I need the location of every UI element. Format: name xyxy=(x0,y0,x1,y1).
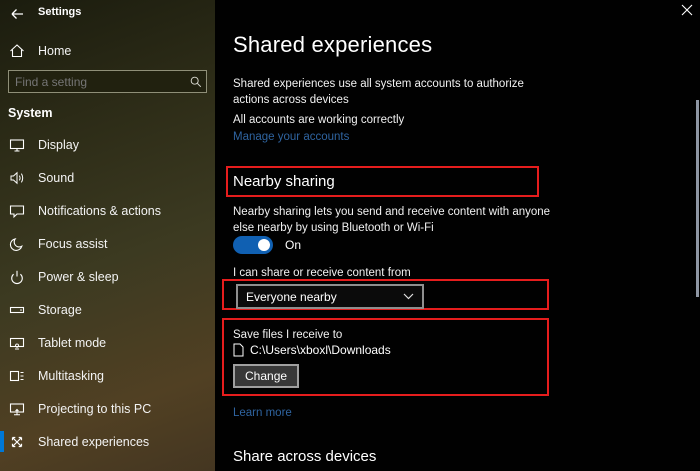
sidebar-item-multitasking[interactable]: Multitasking xyxy=(0,361,215,391)
projecting-icon xyxy=(9,401,25,417)
search-input[interactable] xyxy=(9,71,186,92)
close-icon xyxy=(681,4,693,16)
multitasking-icon xyxy=(9,368,25,384)
search-box xyxy=(8,70,207,93)
settings-window: Settings Home System xyxy=(0,0,700,471)
chevron-down-icon xyxy=(403,293,414,300)
tablet-mode-icon xyxy=(9,335,25,351)
sidebar-item-power-sleep[interactable]: Power & sleep xyxy=(0,262,215,292)
back-arrow-icon xyxy=(9,6,25,22)
shared-experiences-icon xyxy=(9,434,25,450)
titlebar: Settings xyxy=(0,0,215,28)
selected-accent-bar xyxy=(0,431,4,452)
back-button[interactable] xyxy=(8,5,26,23)
accounts-status-text: All accounts are working correctly xyxy=(233,112,563,128)
share-from-label: I can share or receive content from xyxy=(233,265,563,281)
close-button[interactable] xyxy=(677,2,697,18)
main-panel: Shared experiences Shared experiences us… xyxy=(215,0,700,471)
learn-more-link[interactable]: Learn more xyxy=(233,407,292,419)
save-path-value: C:\Users\xboxl\Downloads xyxy=(250,343,391,357)
sidebar-section-system: System xyxy=(8,106,52,120)
sidebar-item-label: Home xyxy=(38,44,71,58)
save-files-label: Save files I receive to xyxy=(233,327,563,343)
change-button[interactable]: Change xyxy=(233,364,299,388)
sound-icon xyxy=(9,170,25,186)
nearby-sharing-description: Nearby sharing lets you send and receive… xyxy=(233,204,569,236)
nearby-sharing-heading: Nearby sharing xyxy=(233,173,335,190)
focus-assist-icon xyxy=(9,236,25,252)
toggle-knob xyxy=(258,239,270,251)
sidebar-item-sound[interactable]: Sound xyxy=(0,163,215,193)
save-path-row: C:\Users\xboxl\Downloads xyxy=(233,343,391,357)
notifications-icon xyxy=(9,203,25,219)
display-icon xyxy=(9,137,25,153)
scrollbar-thumb[interactable] xyxy=(696,100,699,297)
storage-icon xyxy=(9,302,25,318)
sidebar: Settings Home System xyxy=(0,0,215,471)
search-icon[interactable] xyxy=(186,74,206,90)
sidebar-item-shared-experiences[interactable]: Shared experiences xyxy=(0,427,215,457)
page-title: Shared experiences xyxy=(233,32,432,58)
manage-accounts-link[interactable]: Manage your accounts xyxy=(233,131,349,143)
sidebar-item-home[interactable]: Home xyxy=(0,36,215,66)
dropdown-value: Everyone nearby xyxy=(246,290,337,304)
toggle-state-label: On xyxy=(285,238,301,252)
sidebar-item-notifications[interactable]: Notifications & actions xyxy=(0,196,215,226)
sidebar-item-projecting[interactable]: Projecting to this PC xyxy=(0,394,215,424)
share-across-devices-heading: Share across devices xyxy=(233,448,376,465)
home-icon xyxy=(9,43,25,59)
intro-text: Shared experiences use all system accoun… xyxy=(233,76,545,108)
window-title: Settings xyxy=(38,6,81,18)
sidebar-item-focus-assist[interactable]: Focus assist xyxy=(0,229,215,259)
share-from-dropdown[interactable]: Everyone nearby xyxy=(236,284,424,309)
sidebar-item-storage[interactable]: Storage xyxy=(0,295,215,325)
sidebar-item-tablet-mode[interactable]: Tablet mode xyxy=(0,328,215,358)
sidebar-item-display[interactable]: Display xyxy=(0,130,215,160)
file-icon xyxy=(233,343,244,357)
nearby-sharing-toggle[interactable] xyxy=(233,236,273,254)
power-icon xyxy=(9,269,25,285)
